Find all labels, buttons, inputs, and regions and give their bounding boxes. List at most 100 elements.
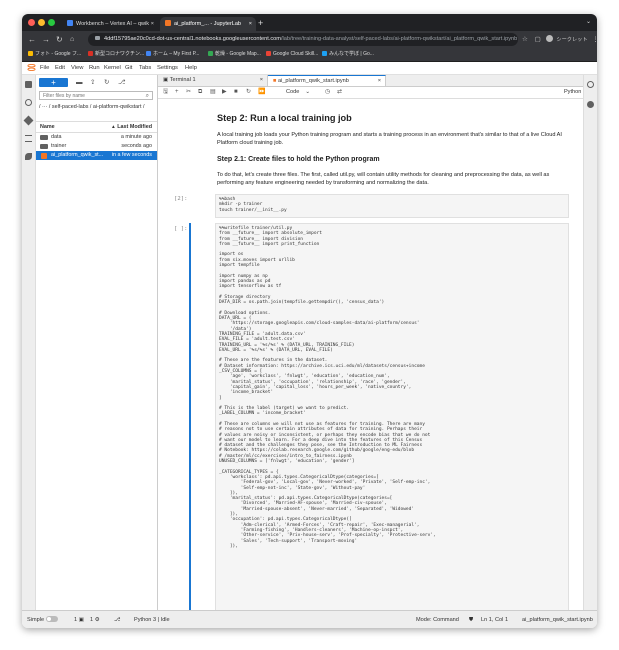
code-cell-util[interactable]: %%writefile trainer/util.py from __futur…	[215, 223, 569, 610]
save-status-icon: ⛊	[469, 617, 474, 623]
terminals-count[interactable]: 1 ▣	[74, 611, 84, 628]
url-host: 4ddf15795ae20c0cd-dot-us-central1.notebo…	[104, 36, 281, 42]
markdown-heading-step21[interactable]: Step 2.1: Create files to hold the Pytho…	[217, 155, 567, 165]
bookmark-item[interactable]: 乾燥 - Google Map...	[208, 48, 261, 61]
filter-files-field[interactable]: ⌕	[39, 91, 153, 100]
file-row-trainer[interactable]: trainer seconds ago	[36, 142, 157, 151]
kernels-count[interactable]: 1 ⚙	[90, 611, 100, 628]
maximize-window-button[interactable]	[48, 19, 55, 26]
notebook-toolbar: 🖫 + ✂ ⧉ ▤ ▶ ■ ↻ ⏩ Code⌄ ◷ ⇄ Python 3 ○	[158, 87, 597, 99]
new-folder-icon[interactable]: ▬	[76, 78, 83, 87]
cursor-position[interactable]: Ln 1, Col 1	[481, 611, 508, 628]
column-last-modified[interactable]: Last Modified	[117, 122, 152, 132]
git-icon[interactable]	[23, 115, 34, 126]
doc-tab-label: ai_platform_qwik_start.ipynb	[277, 78, 349, 84]
tab-search-icon[interactable]: ⌄	[586, 17, 591, 28]
paste-icon[interactable]: ▤	[210, 87, 216, 98]
menu-run[interactable]: Run	[89, 62, 100, 74]
active-cell-indicator	[189, 223, 191, 610]
column-name[interactable]: Name	[40, 122, 55, 132]
minimize-window-button[interactable]	[38, 19, 45, 26]
doc-tab-label: Terminal 1	[169, 77, 196, 83]
menu-help[interactable]: Help	[185, 62, 197, 74]
code-cell-bash[interactable]: %%bash mkdir -p trainer touch trainer/__…	[215, 194, 569, 218]
vertex-favicon-icon	[67, 20, 73, 26]
markdown-heading-step2[interactable]: Step 2: Run a local training job	[217, 112, 567, 124]
file-list-header: Name ▴ Last Modified	[36, 121, 157, 133]
browser-tab-jupyterlab[interactable]: ai_platform_... - JupyterLab ×	[160, 17, 256, 31]
cell-type-value: Code	[286, 89, 300, 95]
stop-icon[interactable]: ■	[234, 87, 238, 98]
git-clone-icon[interactable]: ⎇	[118, 78, 126, 87]
cut-icon[interactable]: ✂	[186, 87, 191, 98]
extension-icon[interactable]	[25, 153, 32, 160]
close-tab-icon[interactable]: ×	[249, 17, 252, 31]
filter-files-input[interactable]	[43, 92, 143, 100]
browser-menu-icon[interactable]: ⋮	[592, 36, 597, 43]
restart-run-all-icon[interactable]: ⏩	[258, 87, 265, 98]
bookmark-item[interactable]: フォト - Google フ...	[28, 48, 81, 61]
upload-icon[interactable]: ⇪	[90, 78, 95, 87]
bookmark-star-icon[interactable]: ☆	[522, 36, 528, 43]
url-field[interactable]: 4ddf15795ae20c0cd-dot-us-central1.notebo…	[88, 33, 518, 46]
git-status-icon[interactable]: ⎇	[114, 611, 120, 628]
kernel-status[interactable]: Python 3 | Idle	[134, 611, 170, 628]
markdown-paragraph[interactable]: A local training job loads your Python t…	[217, 131, 567, 147]
refresh-icon[interactable]: ↻	[104, 78, 109, 87]
file-row-data[interactable]: data a minute ago	[36, 133, 157, 142]
run-icon[interactable]: ▶	[222, 87, 227, 98]
left-sidebar-tabs	[22, 75, 36, 610]
add-cell-icon[interactable]: +	[175, 87, 179, 98]
folder-icon[interactable]	[25, 81, 32, 88]
menu-edit[interactable]: Edit	[55, 62, 65, 74]
file-row-notebook[interactable]: ai_platform_qwik_st... in a few seconds	[36, 151, 157, 160]
cell-type-select[interactable]: Code ⌄	[286, 88, 310, 97]
property-inspector-icon[interactable]	[587, 81, 594, 88]
close-tab-icon[interactable]: ×	[260, 75, 263, 86]
close-tab-icon[interactable]: ×	[151, 17, 154, 31]
menu-file[interactable]: File	[40, 62, 49, 74]
home-icon[interactable]: ⌂	[70, 34, 74, 45]
new-tab-button[interactable]: +	[258, 17, 263, 29]
simple-mode-toggle[interactable]: Simple	[27, 611, 59, 628]
browser-tab-workbench[interactable]: Workbench – Vertex AI – qwik ×	[62, 17, 158, 31]
forward-icon[interactable]: →	[42, 34, 50, 45]
menu-settings[interactable]: Settings	[157, 62, 178, 74]
code-editor[interactable]: %%bash mkdir -p trainer touch trainer/__…	[216, 195, 568, 213]
reload-icon[interactable]: ↻	[56, 34, 63, 45]
menu-kernel[interactable]: Kernel	[104, 62, 121, 74]
bookmark-item[interactable]: 新型コロナワクチン...	[88, 48, 144, 61]
file-name: trainer	[51, 143, 67, 149]
notebook-icon: ■	[273, 78, 277, 84]
kernel-icon: ⚙	[94, 617, 100, 623]
menu-tabs[interactable]: Tabs	[139, 62, 151, 74]
extensions-icon[interactable]: ▢	[535, 36, 541, 43]
clock-icon[interactable]: ◷	[325, 87, 330, 98]
restart-icon[interactable]: ↻	[246, 87, 251, 98]
notebook-mode: Mode: Command	[416, 617, 459, 623]
table-of-contents-icon[interactable]	[25, 135, 32, 142]
tab-notebook[interactable]: ■ ai_platform_qwik_start.ipynb ×	[268, 75, 386, 86]
running-icon[interactable]	[25, 99, 32, 106]
new-launcher-button[interactable]: +	[39, 78, 68, 87]
bookmark-item[interactable]: みんなで学ぼ | Go...	[322, 48, 374, 61]
bookmark-item[interactable]: ホーム – My First P...	[146, 48, 199, 61]
save-icon[interactable]: 🖫	[163, 87, 168, 98]
breadcrumb[interactable]: / ··· / self-paced-labs / ai-platform-qw…	[39, 104, 153, 111]
close-window-button[interactable]	[28, 19, 35, 26]
debugger-icon[interactable]	[587, 101, 594, 108]
status-bar: Simple 1 ▣ 1 ⚙ ⎇ Python 3 | Idle Mode: C…	[22, 610, 597, 628]
back-icon[interactable]: ←	[28, 34, 36, 45]
tab-terminal-1[interactable]: ▣ Terminal 1 ×	[158, 75, 268, 86]
menu-view[interactable]: View	[71, 62, 83, 74]
incognito-avatar-icon[interactable]	[545, 35, 553, 42]
notebook-icon	[41, 152, 47, 159]
bookmark-item[interactable]: Google Cloud Skill...	[266, 48, 318, 61]
close-tab-icon[interactable]: ×	[378, 76, 381, 87]
code-editor[interactable]: %%writefile trainer/util.py from __futur…	[216, 224, 568, 549]
git-diff-icon[interactable]: ⇄	[337, 87, 342, 98]
markdown-paragraph[interactable]: To do that, let's create three files. Th…	[217, 171, 567, 187]
copy-icon[interactable]: ⧉	[198, 87, 202, 98]
terminal-icon: ▣	[78, 617, 84, 623]
menu-git[interactable]: Git	[125, 62, 132, 74]
